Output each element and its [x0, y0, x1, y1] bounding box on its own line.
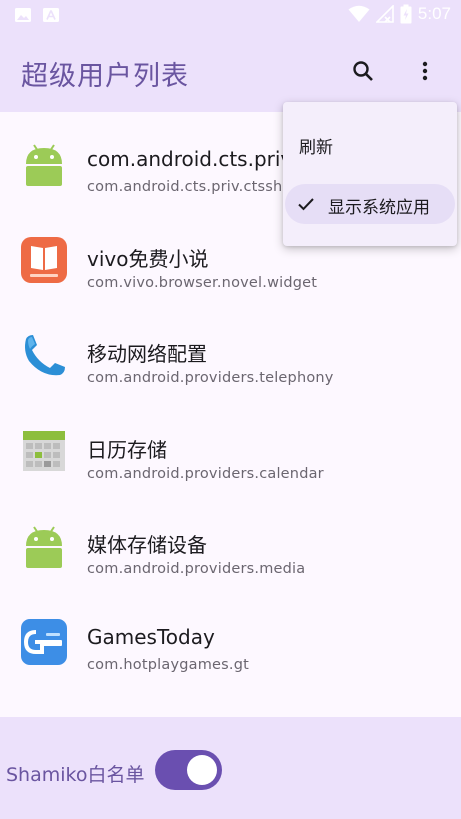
book-app-icon	[21, 236, 67, 283]
check-icon	[298, 198, 314, 211]
calendar-icon	[23, 430, 65, 471]
app-name: 移动网络配置	[87, 342, 207, 366]
app-package: com.hotplaygames.gt	[87, 656, 250, 673]
more-vert-icon	[422, 61, 428, 81]
app-package: com.android.cts.priv.ctssh	[87, 179, 283, 195]
app-name: vivo免费小说	[87, 246, 209, 271]
list-item[interactable]: 媒体存储设备 com.android.providers.media	[0, 494, 461, 590]
image-notification-icon	[15, 8, 31, 22]
shamiko-whitelist-switch[interactable]	[155, 750, 222, 790]
app-name: 日历存储	[87, 437, 167, 462]
text-notification-icon	[43, 8, 59, 22]
app-name: 媒体存储设备	[87, 533, 207, 557]
bottom-bar: Shamiko白名单	[0, 717, 461, 819]
switch-knob	[187, 755, 217, 785]
wifi-icon	[348, 5, 370, 22]
android-icon	[26, 144, 62, 186]
menu-item-show-system-apps[interactable]: 显示系统应用	[285, 184, 455, 224]
cellular-signal-icon	[375, 5, 394, 23]
status-bar: 5:07	[0, 0, 461, 30]
android-icon	[26, 526, 62, 568]
app-package: com.android.providers.media	[87, 561, 306, 577]
app-bar: 超级用户列表	[0, 30, 461, 112]
overflow-menu: 刷新 显示系统应用	[283, 102, 457, 246]
more-options-button[interactable]	[406, 52, 444, 90]
app-name: GamesToday	[87, 624, 215, 649]
status-time: 5:07	[417, 4, 451, 23]
list-item[interactable]: 移动网络配置 com.android.providers.telephony	[0, 303, 461, 399]
search-button[interactable]	[344, 52, 382, 90]
page-title: 超级用户列表	[21, 61, 189, 92]
app-name: com.android.cts.priv	[87, 147, 293, 171]
app-package: com.vivo.browser.novel.widget	[87, 274, 318, 291]
battery-charging-icon	[400, 4, 412, 24]
gamestoday-icon	[21, 618, 67, 665]
menu-item-refresh[interactable]: 刷新	[283, 124, 457, 164]
phone-icon	[25, 335, 65, 376]
search-icon	[353, 61, 373, 81]
shamiko-whitelist-label: Shamiko白名单	[6, 764, 145, 786]
app-package: com.android.providers.calendar	[87, 465, 324, 482]
list-item[interactable]: GamesToday com.hotplaygames.gt	[0, 590, 461, 686]
app-package: com.android.providers.telephony	[87, 370, 334, 386]
list-item[interactable]: 日历存储 com.android.providers.calendar	[0, 399, 461, 495]
